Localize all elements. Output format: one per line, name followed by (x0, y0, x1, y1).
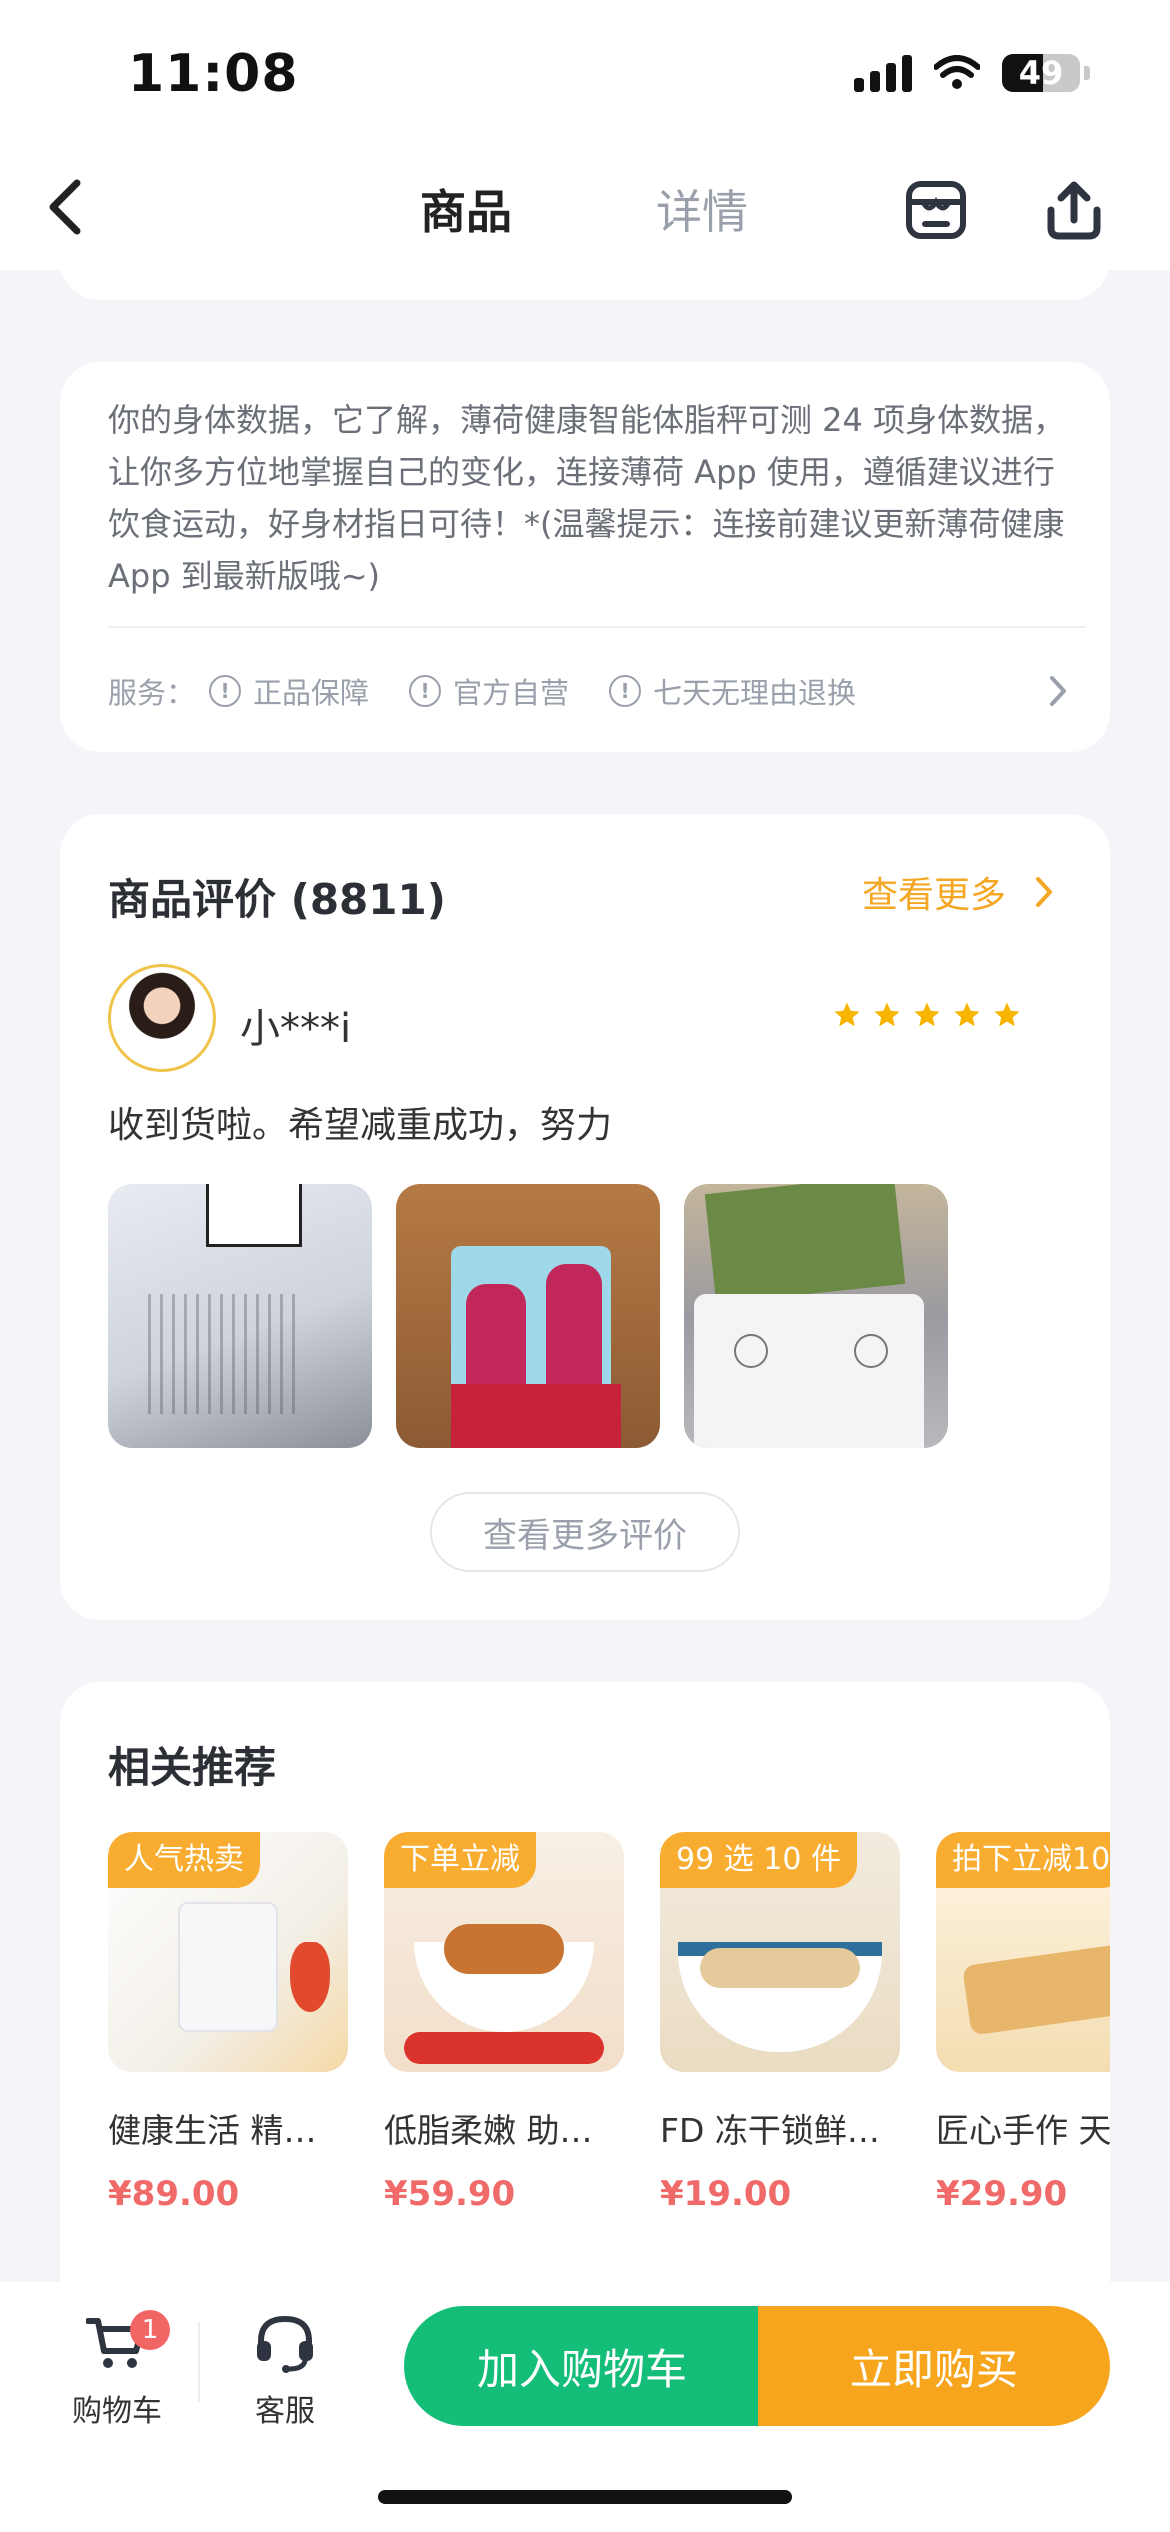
info-circle-icon: ! (609, 675, 642, 707)
review-photo[interactable] (396, 1184, 660, 1448)
service-label: 客服 (255, 2394, 315, 2429)
review-photo[interactable] (684, 1184, 948, 1448)
home-indicator[interactable] (378, 2490, 792, 2504)
star-icon (874, 1002, 900, 1027)
star-icon (994, 1002, 1020, 1027)
star-rating (832, 1000, 1022, 1030)
cellular-signal-icon (854, 54, 912, 92)
product-tag: 人气热卖 (108, 1832, 260, 1888)
product-name: 健康生活 精… (108, 2111, 317, 2150)
cart-icon-wrap: 1 (42, 2306, 192, 2380)
cart-label: 购物车 (72, 2394, 162, 2429)
wifi-icon (934, 55, 980, 89)
battery-level: 49 (1018, 54, 1064, 92)
product-card[interactable]: 拍下立减10 匠心手作 天 ¥29.90 (936, 1832, 1110, 2214)
back-button[interactable] (30, 172, 100, 242)
chevron-right-icon (1050, 676, 1066, 706)
recommend-card: 相关推荐 人气热卖 健康生活 精… ¥89.00 下单立减 低脂柔嫩 助… ¥5… (60, 1682, 1110, 2282)
share-button[interactable] (1036, 172, 1112, 248)
product-price: ¥59.90 (384, 2174, 516, 2214)
share-icon (1047, 181, 1101, 240)
service-item: ! 七天无理由退换 (609, 670, 856, 712)
star-icon (834, 1002, 860, 1027)
product-image: 99 选 10 件 (660, 1832, 900, 2072)
star-icon (914, 1002, 940, 1027)
product-name: FD 冻干锁鲜… (660, 2111, 880, 2150)
headset-icon (257, 2315, 313, 2373)
tab-goods[interactable]: 商品 (420, 176, 512, 242)
service-label: 服务： (108, 676, 196, 710)
product-image: 下单立减 (384, 1832, 624, 2072)
battery-tip (1084, 66, 1090, 80)
divider (198, 2322, 200, 2402)
recommend-list[interactable]: 人气热卖 健康生活 精… ¥89.00 下单立减 低脂柔嫩 助… ¥59.90 … (108, 1832, 1110, 2252)
chevron-right-icon (1036, 877, 1052, 907)
product-image: 人气热卖 (108, 1832, 348, 2072)
store-icon (906, 181, 966, 239)
service-item: ! 官方自营 (409, 670, 569, 712)
tab-detail[interactable]: 详情 (656, 176, 748, 242)
service-text: 官方自营 (453, 676, 570, 710)
store-button[interactable] (898, 172, 974, 248)
product-description: 你的身体数据，它了解，薄荷健康智能体脂秤可测 24 项身体数据，让你多方位地掌握… (108, 401, 1066, 595)
view-more-reviews-link[interactable]: 查看更多 (862, 866, 1054, 918)
product-card[interactable]: 下单立减 低脂柔嫩 助… ¥59.90 (384, 1832, 624, 2214)
customer-service-button[interactable]: 客服 (210, 2306, 360, 2430)
more-reviews-button[interactable]: 查看更多评价 (430, 1492, 740, 1572)
service-icon-wrap (210, 2306, 360, 2380)
status-bar: 11:08 49 (0, 0, 1170, 150)
product-card[interactable]: 99 选 10 件 FD 冻干锁鲜… ¥19.00 (660, 1832, 900, 2214)
cart-badge: 1 (130, 2310, 170, 2350)
product-card[interactable]: 人气热卖 健康生活 精… ¥89.00 (108, 1832, 348, 2214)
info-circle-icon: ! (409, 675, 442, 707)
product-price: ¥19.00 (660, 2174, 792, 2214)
add-to-cart-button[interactable]: 加入购物车 (404, 2306, 760, 2426)
status-icons: 49 (854, 54, 1090, 92)
description-card: 你的身体数据，它了解，薄荷健康智能体脂秤可测 24 项身体数据，让你多方位地掌握… (60, 362, 1110, 752)
product-price: ¥89.00 (108, 2174, 240, 2214)
service-row[interactable]: 服务： ! 正品保障 ! 官方自营 ! 七天无理由退换 (108, 668, 1068, 714)
cart-button[interactable]: 1 购物车 (42, 2306, 192, 2430)
buy-now-button[interactable]: 立即购买 (758, 2306, 1110, 2426)
review-photo[interactable] (108, 1184, 372, 1448)
service-text: 正品保障 (253, 676, 370, 710)
product-name: 低脂柔嫩 助… (384, 2111, 593, 2150)
back-arrow-icon (49, 179, 81, 235)
status-time: 11:08 (128, 44, 299, 104)
product-image: 拍下立减10 (936, 1832, 1110, 2072)
product-price: ¥29.90 (936, 2174, 1068, 2214)
battery-icon: 49 (1002, 54, 1080, 92)
review-photos (108, 1184, 948, 1448)
info-circle-icon: ! (209, 675, 242, 707)
product-tag: 拍下立减10 (936, 1832, 1110, 1888)
reviewer-name: 小***i (240, 1006, 352, 1052)
service-text: 七天无理由退换 (653, 676, 857, 710)
review-card: 商品评价 (8811) 查看更多 小***i 收到货啦。希望减重成功，努力 查看… (60, 814, 1110, 1620)
product-tag: 下单立减 (384, 1832, 536, 1888)
previous-card-bottom (60, 240, 1110, 300)
star-icon (954, 1002, 980, 1027)
recommend-title: 相关推荐 (108, 1743, 277, 1792)
product-name: 匠心手作 天 (936, 2111, 1110, 2150)
review-title: 商品评价 (8811) (108, 875, 446, 924)
product-tag: 99 选 10 件 (660, 1832, 857, 1888)
view-more-label: 查看更多 (861, 875, 1006, 916)
review-text: 收到货啦。希望减重成功，努力 (108, 1105, 613, 1146)
service-item: ! 正品保障 (209, 670, 369, 712)
divider (108, 626, 1086, 628)
avatar[interactable] (108, 964, 216, 1072)
